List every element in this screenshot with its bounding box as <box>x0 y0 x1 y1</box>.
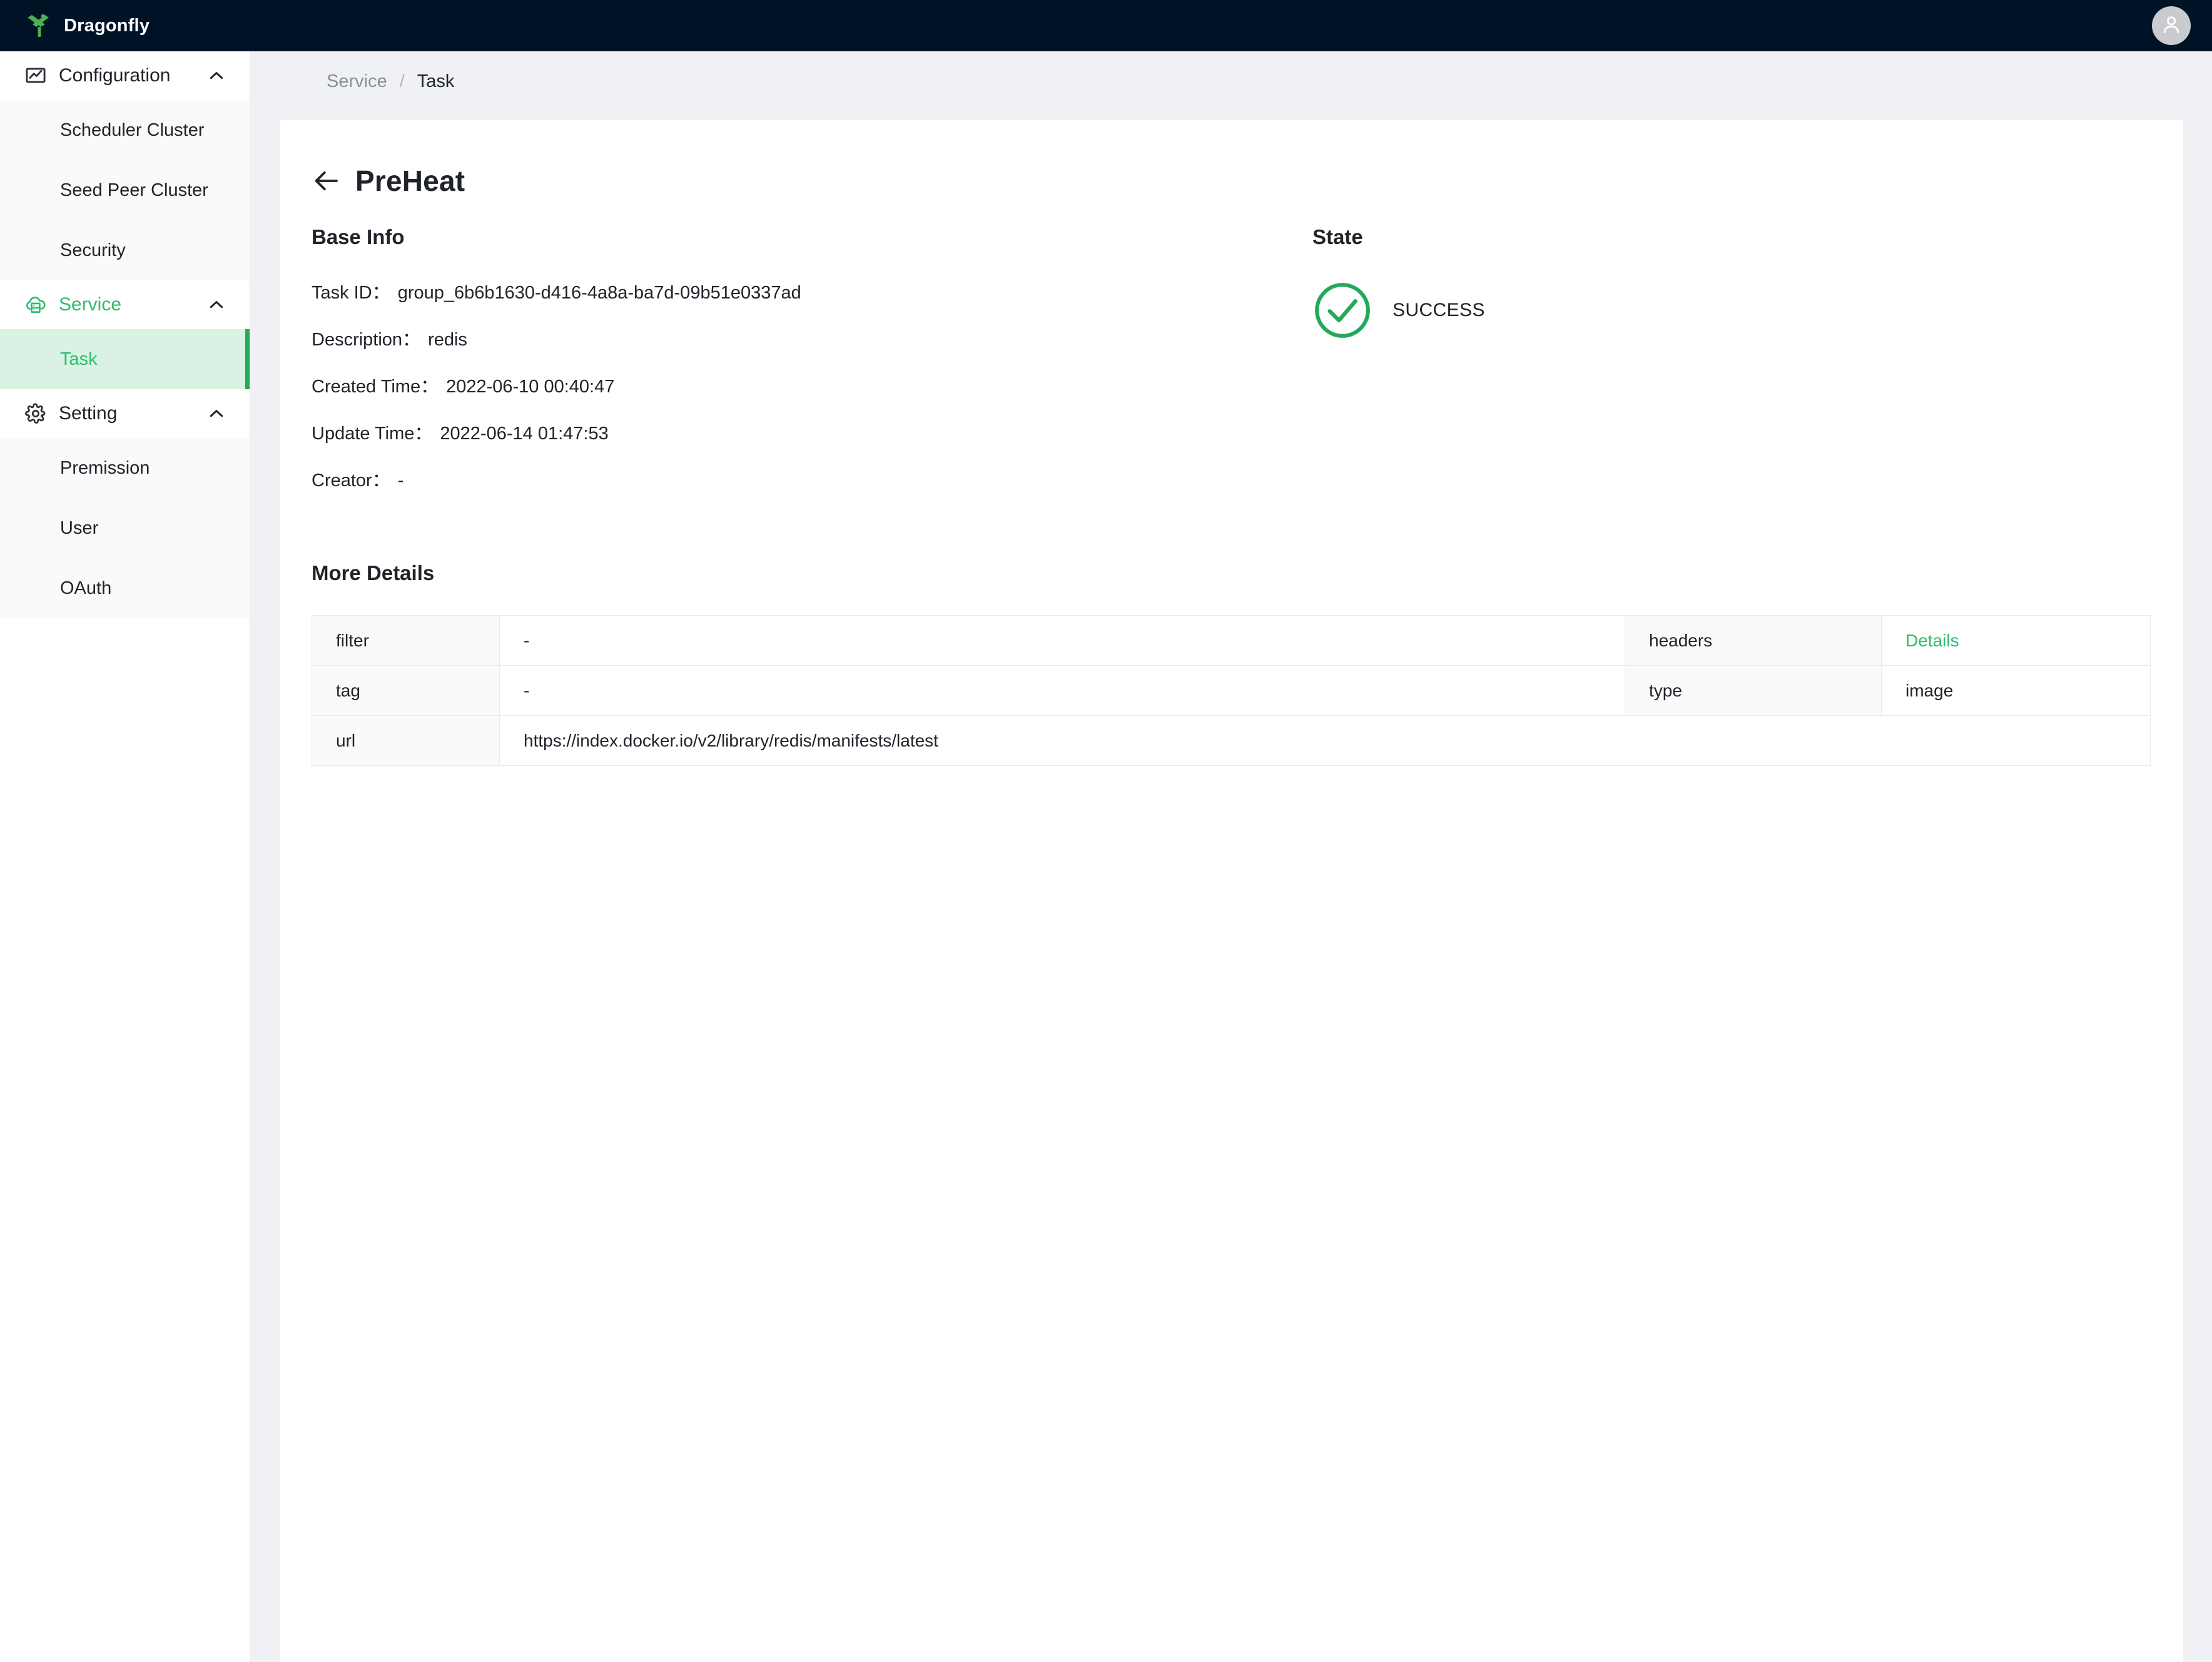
sidebar-item-label: Scheduler Cluster <box>60 120 205 140</box>
info-value: 2022-06-10 00:40:47 <box>446 377 615 397</box>
brand-name: Dragonfly <box>64 15 150 36</box>
sidebar-item-label: Seed Peer Cluster <box>60 180 208 200</box>
info-label: Created Time： <box>312 377 439 397</box>
base-info-section: Base Info Task ID： group_6b6b1630-d416-4… <box>280 225 1200 512</box>
more-details-table: filter - headers Details tag - type imag… <box>312 615 2151 766</box>
detail-card: PreHeat Base Info Task ID： group_6b6b163… <box>280 120 2183 1662</box>
table-cell-key2: type <box>1625 665 1882 716</box>
more-details-title: More Details <box>312 561 435 584</box>
table-cell-value2: image <box>1881 665 2151 716</box>
table-cell-value2[interactable]: Details <box>1881 615 2151 666</box>
chevron-up-icon[interactable] <box>207 295 226 314</box>
user-avatar-icon <box>2159 12 2184 40</box>
sidebar-subitems-service: Task <box>0 329 250 389</box>
info-value: - <box>397 471 404 491</box>
table-row: tag - type image <box>312 665 2151 716</box>
info-row-update-time: Update Time： 2022-06-14 01:47:53 <box>312 419 1200 445</box>
cloud-server-icon <box>24 293 48 317</box>
status-label: SUCCESS <box>1393 300 1485 320</box>
table-cell-value: https://index.docker.io/v2/library/redis… <box>499 715 2151 766</box>
info-value: redis <box>428 330 467 350</box>
page-header: PreHeat <box>312 164 2183 198</box>
sidebar-item-label: User <box>60 517 99 538</box>
arrow-left-icon[interactable] <box>312 166 342 196</box>
table-cell-key2: headers <box>1625 615 1882 666</box>
table-row: url https://index.docker.io/v2/library/r… <box>312 715 2151 766</box>
breadcrumb-separator: / <box>399 71 405 91</box>
info-row-created-time: Created Time： 2022-06-10 00:40:47 <box>312 372 1200 398</box>
sidebar-group-setting[interactable]: Setting <box>0 389 250 438</box>
info-row-description: Description： redis <box>312 325 1200 351</box>
table-row: filter - headers Details <box>312 615 2151 666</box>
sidebar-item-seed-peer-cluster[interactable]: Seed Peer Cluster <box>0 160 250 220</box>
info-label: Description： <box>312 330 421 350</box>
base-info-list: Task ID： group_6b6b1630-d416-4a8a-ba7d-0… <box>312 278 1200 492</box>
table-cell-value: - <box>499 615 1625 666</box>
state-section: State SUCCESS <box>1200 225 2183 512</box>
breadcrumb-item-task: Task <box>417 71 455 91</box>
sidebar-item-oauth[interactable]: OAuth <box>0 558 250 618</box>
main-content: Service / Task PreHeat Base Info Task ID… <box>250 51 2212 1662</box>
sidebar-group-label: Setting <box>59 403 118 424</box>
base-info-title: Base Info <box>312 225 405 248</box>
breadcrumb-item-service[interactable]: Service <box>327 71 387 92</box>
headers-details-link[interactable]: Details <box>1905 631 1959 650</box>
sidebar-group-configuration[interactable]: Configuration <box>0 51 250 100</box>
breadcrumb: Service / Task <box>250 51 2212 111</box>
sidebar-subitems-setting: Premission User OAuth <box>0 438 250 618</box>
sidebar-item-task[interactable]: Task <box>0 329 250 389</box>
info-label: Task ID： <box>312 283 390 303</box>
sidebar-item-label: OAuth <box>60 578 112 598</box>
info-value: 2022-06-14 01:47:53 <box>440 424 609 444</box>
info-label: Update Time： <box>312 424 433 444</box>
top-bar: Dragonfly <box>0 0 2212 51</box>
more-details-section: More Details filter - headers Details ta… <box>312 561 2183 766</box>
state-title: State <box>1312 225 1363 248</box>
status-badge: SUCCESS <box>1312 280 2183 340</box>
sidebar-item-label: Security <box>60 240 126 260</box>
sidebar-group-label: Service <box>59 294 122 315</box>
app-root: Dragonfly Configuration Scheduler Cluste… <box>0 0 2212 1662</box>
sidebar-group-service[interactable]: Service <box>0 280 250 329</box>
gear-icon <box>24 402 48 426</box>
chevron-up-icon[interactable] <box>207 66 226 85</box>
sidebar-subitems-configuration: Scheduler Cluster Seed Peer Cluster Secu… <box>0 100 250 280</box>
info-value: group_6b6b1630-d416-4a8a-ba7d-09b51e0337… <box>397 283 801 303</box>
sidebar-item-label: Premission <box>60 457 150 478</box>
chart-monitor-icon <box>24 64 48 88</box>
page-title: PreHeat <box>355 165 465 197</box>
sidebar-item-label: Task <box>60 349 98 369</box>
table-cell-key: filter <box>312 615 500 666</box>
table-cell-key: url <box>312 715 500 766</box>
sidebar: Configuration Scheduler Cluster Seed Pee… <box>0 51 250 1662</box>
sidebar-group-label: Configuration <box>59 65 171 86</box>
info-row-creator: Creator： - <box>312 466 1200 492</box>
info-label: Creator： <box>312 471 390 491</box>
info-row-task-id: Task ID： group_6b6b1630-d416-4a8a-ba7d-0… <box>312 278 1200 304</box>
avatar[interactable] <box>2152 6 2191 45</box>
sidebar-item-scheduler-cluster[interactable]: Scheduler Cluster <box>0 100 250 160</box>
chevron-up-icon[interactable] <box>207 404 226 423</box>
brand[interactable]: Dragonfly <box>24 10 150 41</box>
table-cell-key: tag <box>312 665 500 716</box>
sidebar-item-user[interactable]: User <box>0 498 250 558</box>
table-cell-value: - <box>499 665 1625 716</box>
info-columns: Base Info Task ID： group_6b6b1630-d416-4… <box>280 225 2183 512</box>
sidebar-item-premission[interactable]: Premission <box>0 438 250 498</box>
check-circle-icon <box>1312 280 1372 340</box>
sidebar-item-security[interactable]: Security <box>0 220 250 280</box>
dragonfly-logo-icon <box>24 10 55 41</box>
